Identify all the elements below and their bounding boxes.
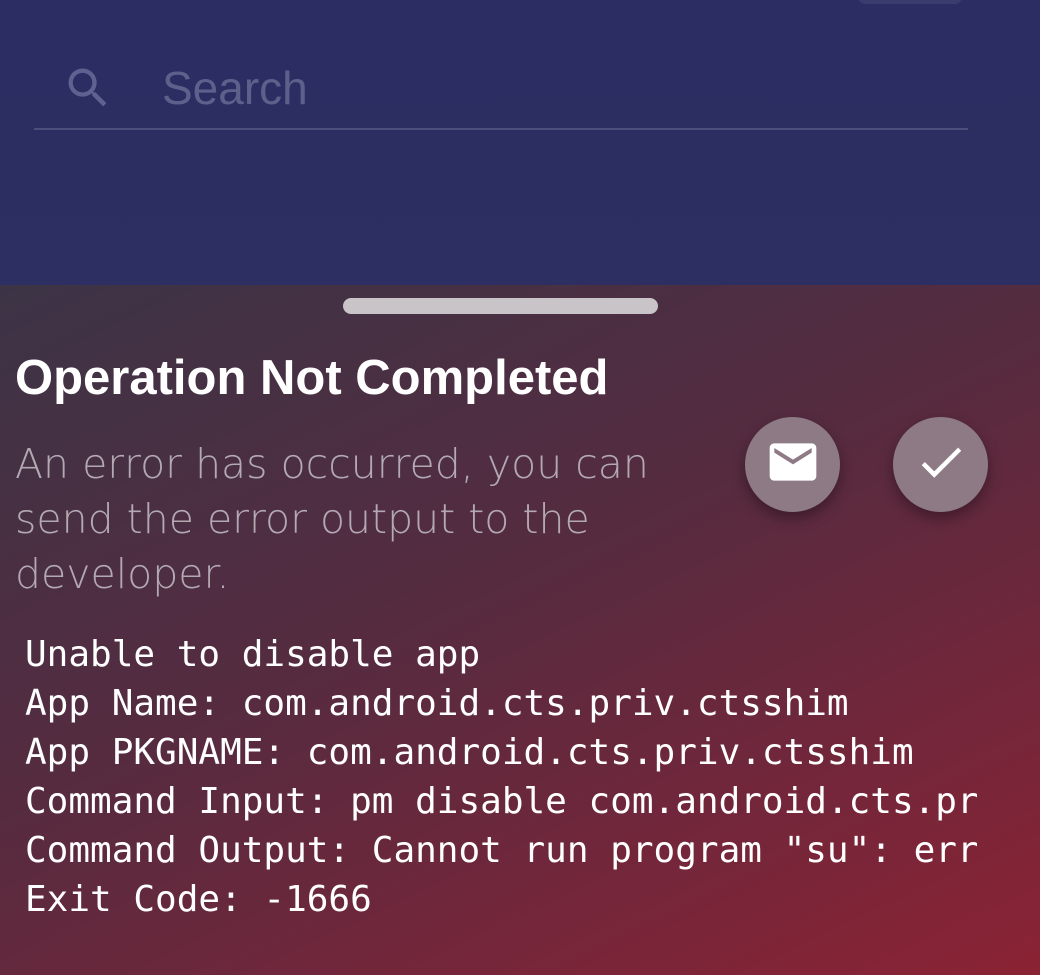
top-pill bbox=[858, 0, 962, 4]
output-line: Command Output: Cannot run program "su":… bbox=[25, 830, 977, 871]
check-icon bbox=[914, 435, 968, 494]
search-input[interactable]: Search bbox=[162, 58, 308, 118]
output-line: App Name: com.android.cts.priv.ctsshim bbox=[25, 683, 849, 724]
mail-icon bbox=[765, 434, 821, 495]
confirm-button[interactable] bbox=[893, 417, 988, 512]
output-line: Exit Code: -1666 bbox=[25, 879, 372, 920]
screen: Search Operation Not Completed An error … bbox=[0, 0, 1040, 975]
output-line: Unable to disable app bbox=[25, 634, 481, 675]
error-bottom-sheet: Operation Not Completed An error has occ… bbox=[0, 285, 1040, 975]
search-icon bbox=[62, 62, 114, 114]
app-header: Search bbox=[0, 0, 1040, 285]
drag-handle[interactable] bbox=[343, 298, 658, 314]
error-output: Unable to disable app App Name: com.andr… bbox=[25, 630, 977, 924]
search-bar[interactable]: Search bbox=[34, 50, 968, 130]
send-error-button[interactable] bbox=[745, 417, 840, 512]
output-line: Command Input: pm disable com.android.ct… bbox=[25, 781, 977, 822]
dialog-title: Operation Not Completed bbox=[15, 351, 609, 405]
output-line: App PKGNAME: com.android.cts.priv.ctsshi… bbox=[25, 732, 914, 773]
dialog-message: An error has occurred, you can send the … bbox=[15, 440, 649, 598]
